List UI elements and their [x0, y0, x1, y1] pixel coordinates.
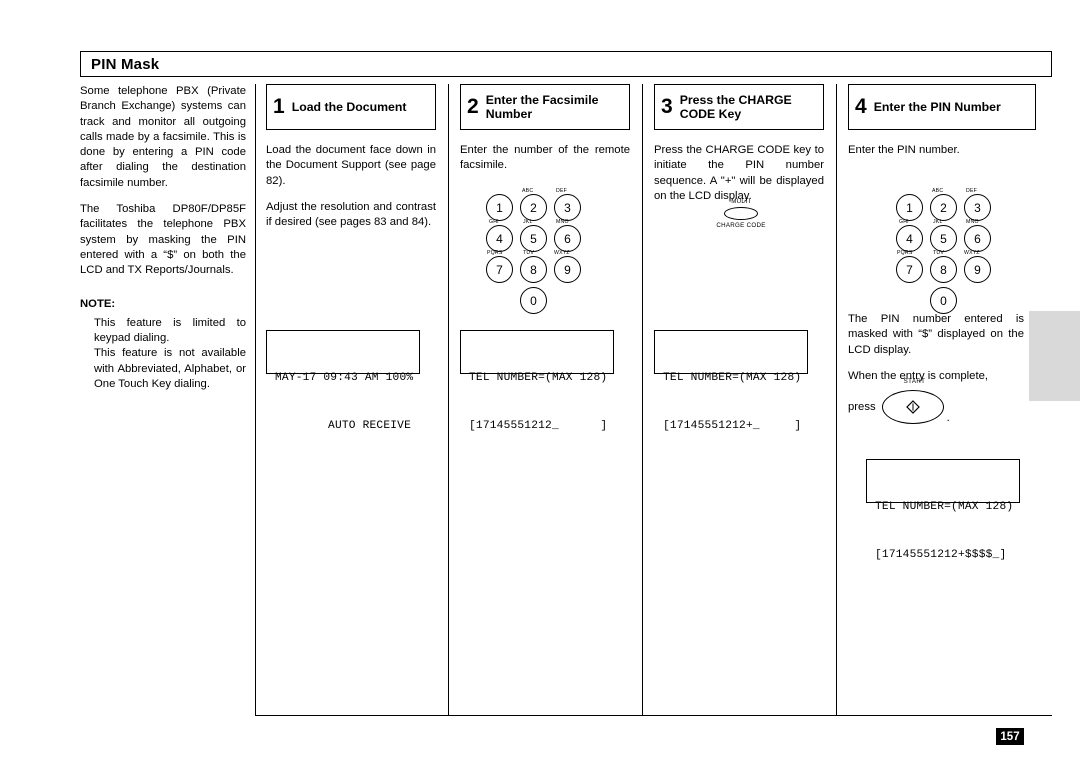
lcd-display-step1: MAY-17 09:43 AM 100% AUTO RECEIVE	[266, 330, 420, 432]
keypad-step2: ABC DEF 1 2 3 GHI JKL MNO 4 5 6 PQRS TUV…	[478, 184, 608, 319]
step-number-4: 4	[855, 95, 867, 118]
start-button-row: press START .	[848, 378, 1038, 430]
step-number-1: 1	[273, 95, 285, 118]
keypad-step4: ABC DEF 1 2 3 GHI JKL MNO 4 5 6 PQRS TUV…	[888, 184, 1018, 319]
step3-paragraph-1: Press the CHARGE CODE key to initiate th…	[654, 144, 824, 202]
page-number: 157	[996, 728, 1024, 745]
lcd-line-1: MAY-17 09:43 AM 100%	[275, 372, 414, 384]
step-title-3: Press the CHARGE CODE Key	[679, 92, 792, 122]
step-body-1: Load the document face down in the Docum…	[266, 143, 436, 230]
keypad-key-9[interactable]: 9	[554, 256, 581, 283]
step4-paragraph-2: The PIN number entered is masked with “$…	[848, 313, 1024, 356]
step-title-1: Load the Document	[291, 99, 407, 114]
charge-code-button-group[interactable]: MULTI CHARGE CODE	[691, 198, 791, 229]
press-period: .	[946, 412, 950, 424]
lcd-line-1: TEL NUMBER=(MAX 128)	[663, 372, 802, 384]
note-item: This feature is not available with Abbre…	[94, 347, 246, 391]
step2-paragraph-1: Enter the number of the remote facsimile…	[460, 144, 630, 172]
keypad-key-3[interactable]: 3	[554, 194, 581, 221]
keypad-key-9[interactable]: 9	[964, 256, 991, 283]
step4-paragraph-1: Enter the PIN number.	[848, 144, 960, 156]
lcd-display-step2: TEL NUMBER=(MAX 128) [17145551212_ ]	[460, 330, 614, 432]
step-body-2: Enter the number of the remote facsimile…	[460, 143, 630, 174]
keypad-key-2[interactable]: 2	[520, 194, 547, 221]
page-title: PIN Mask	[91, 55, 160, 73]
column-divider-4	[836, 84, 837, 715]
step-column-1: 1 Load the Document Load the document fa…	[266, 84, 436, 432]
column-divider-3	[642, 84, 643, 715]
step-header-4: 4 Enter the PIN Number	[848, 84, 1036, 130]
step4-text-after-keypad: The PIN number entered is masked with “$…	[848, 312, 1024, 384]
note-item: This feature is limited to keypad dialin…	[94, 316, 246, 345]
lcd-line-2: [17145551212_ ]	[469, 420, 608, 432]
keypad-key-6[interactable]: 6	[554, 225, 581, 252]
column-divider-1	[255, 84, 256, 715]
step-number-3: 3	[661, 95, 673, 118]
step-number-2: 2	[467, 95, 479, 118]
lcd-line-2: [17145551212+$$$$_]	[875, 549, 1007, 561]
step-column-4: 4 Enter the PIN Number Enter the PIN num…	[848, 84, 1038, 561]
keypad-key-8[interactable]: 8	[930, 256, 957, 283]
keypad-key-0[interactable]: 0	[930, 287, 957, 314]
step-title-4: Enter the PIN Number	[873, 99, 1001, 114]
step1-paragraph-1: Load the document face down in the Docum…	[266, 144, 436, 187]
note-heading: NOTE:	[80, 297, 116, 310]
start-label: START	[903, 378, 926, 385]
charge-code-key[interactable]	[724, 207, 758, 220]
step-title-2: Enter the Facsimile Number	[485, 92, 599, 122]
keypad-key-0[interactable]: 0	[520, 287, 547, 314]
step-body-3: Press the CHARGE CODE key to initiate th…	[654, 143, 824, 204]
keypad-key-6[interactable]: 6	[964, 225, 991, 252]
note-list: This feature is limited to keypad dialin…	[80, 316, 246, 392]
keypad-key-3[interactable]: 3	[964, 194, 991, 221]
keypad-key-4[interactable]: 4	[486, 225, 513, 252]
start-diamond-icon	[905, 400, 920, 414]
content-bottom-rule	[255, 715, 1052, 716]
page-title-bar: PIN Mask	[80, 51, 1052, 77]
start-key[interactable]	[881, 390, 944, 424]
charge-code-multi-label: MULTI	[731, 198, 751, 205]
step-column-2: 2 Enter the Facsimile Number Enter the n…	[460, 84, 630, 432]
lcd-line-2: [17145551212+_ ]	[663, 420, 802, 432]
keypad-key-7[interactable]: 7	[486, 256, 513, 283]
press-label: press	[848, 401, 876, 413]
keypad-key-2[interactable]: 2	[930, 194, 957, 221]
intro-paragraph-1: Some telephone PBX (Private Branch Excha…	[80, 85, 246, 189]
lcd-display-step4: TEL NUMBER=(MAX 128) [17145551212+$$$$_]	[866, 459, 1020, 561]
keypad-key-5[interactable]: 5	[520, 225, 547, 252]
keypad-key-1[interactable]: 1	[896, 194, 923, 221]
step-body-4: Enter the PIN number.	[848, 143, 1024, 158]
page-content: Some telephone PBX (Private Branch Excha…	[80, 84, 1052, 716]
charge-code-label: CHARGE CODE	[716, 222, 766, 229]
manual-page: PIN Mask Some telephone PBX (Private Bra…	[0, 0, 1080, 763]
intro-paragraph-2: The Toshiba DP80F/DP85F facilitates the …	[80, 203, 246, 277]
start-button-group[interactable]: START	[881, 378, 944, 424]
step1-paragraph-2: Adjust the resolution and contrast if de…	[266, 200, 436, 229]
column-divider-2	[448, 84, 449, 715]
intro-column: Some telephone PBX (Private Branch Excha…	[80, 84, 246, 392]
keypad-key-5[interactable]: 5	[930, 225, 957, 252]
lcd-line-1: TEL NUMBER=(MAX 128)	[469, 372, 608, 384]
edge-tab-marker	[1029, 311, 1080, 401]
keypad-key-7[interactable]: 7	[896, 256, 923, 283]
step-header-3: 3 Press the CHARGE CODE Key	[654, 84, 824, 130]
step-header-2: 2 Enter the Facsimile Number	[460, 84, 630, 130]
lcd-line-2: AUTO RECEIVE	[328, 420, 411, 432]
keypad-key-4[interactable]: 4	[896, 225, 923, 252]
keypad-key-1[interactable]: 1	[486, 194, 513, 221]
lcd-display-step3: TEL NUMBER=(MAX 128) [17145551212+_ ]	[654, 330, 808, 432]
lcd-line-1: TEL NUMBER=(MAX 128)	[875, 501, 1014, 513]
step4-paragraph-3: When the entry is complete,	[848, 369, 989, 382]
keypad-key-8[interactable]: 8	[520, 256, 547, 283]
step-header-1: 1 Load the Document	[266, 84, 436, 130]
step-column-3: 3 Press the CHARGE CODE Key Press the CH…	[654, 84, 824, 432]
